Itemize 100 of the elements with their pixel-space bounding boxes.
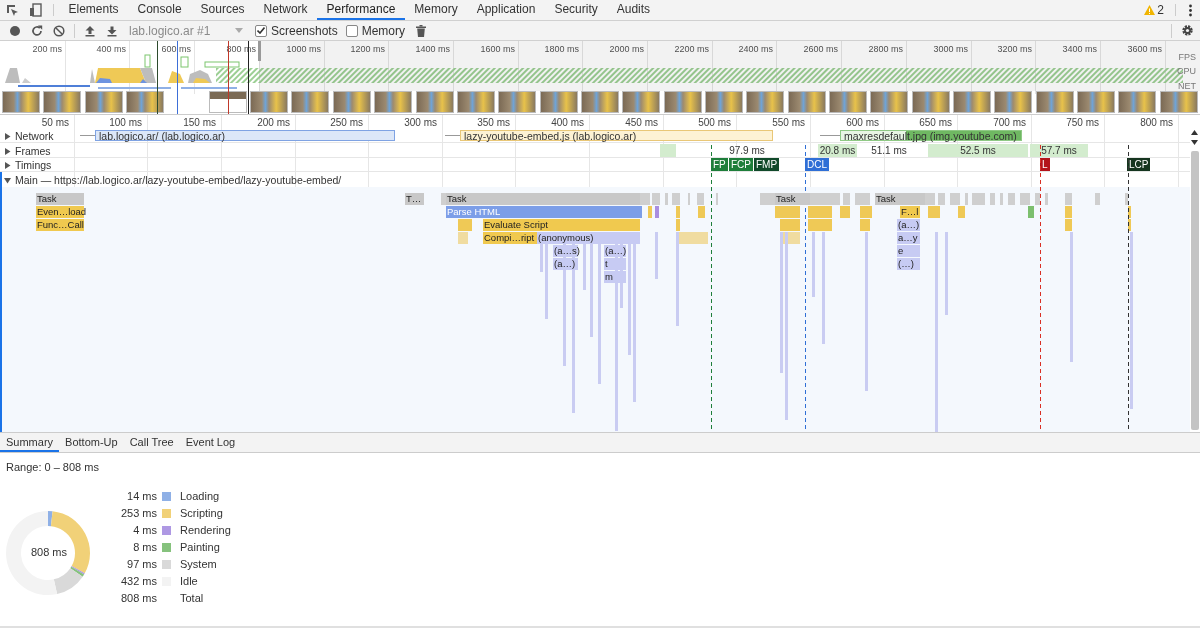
flame-sliver <box>855 193 870 205</box>
flame-event[interactable]: T… <box>405 193 424 205</box>
flame-event[interactable]: Task <box>775 193 810 205</box>
scroll-up-icon[interactable] <box>1191 130 1198 135</box>
flame-event[interactable]: e <box>897 245 920 257</box>
network-request-bar[interactable]: lazy-youtube-embed.js (lab.logico.ar) <box>460 130 773 141</box>
flame-event[interactable]: Compi…ript <box>483 232 537 244</box>
legend-label: Total <box>180 592 205 604</box>
expand-arrow-icon[interactable] <box>4 132 11 140</box>
timing-marker[interactable]: L <box>1040 158 1050 171</box>
flame-event[interactable]: Task <box>875 193 925 205</box>
flame-sliver <box>925 193 935 205</box>
flame-event[interactable]: F…l <box>900 206 920 218</box>
flame-event[interactable]: (a…s) <box>553 245 578 257</box>
timing-marker[interactable]: FCP <box>729 158 753 171</box>
panel-tab[interactable]: Security <box>544 0 608 20</box>
flame-event[interactable]: (a…) <box>897 219 920 231</box>
frame-duration[interactable]: 52.5 ms <box>928 144 1028 157</box>
time-tick-label: 650 ms <box>918 117 952 128</box>
screenshot-thumbnail <box>746 91 785 113</box>
record-icon[interactable] <box>9 24 21 37</box>
details-tab[interactable]: Summary <box>0 433 60 452</box>
screenshot-thumbnail <box>1159 91 1198 113</box>
time-tick-label: 750 ms <box>1065 117 1099 128</box>
timing-marker[interactable]: LCP <box>1127 158 1151 171</box>
panel-tab[interactable]: Audits <box>607 0 660 20</box>
selection-handle[interactable] <box>258 41 261 61</box>
flame-event[interactable]: (…) <box>897 258 920 270</box>
screenshot-thumbnail <box>374 91 413 113</box>
details-tab[interactable]: Call Tree <box>123 433 180 452</box>
panel-tab[interactable]: Console <box>128 0 192 20</box>
track-header[interactable]: Network <box>4 129 54 143</box>
flame-event[interactable]: (a…) <box>553 258 578 270</box>
checkbox[interactable] <box>345 24 358 37</box>
flame-event[interactable]: a…y <box>897 232 920 244</box>
timing-marker[interactable]: DCL <box>805 158 829 171</box>
checkbox[interactable] <box>255 24 267 37</box>
legend-label: Rendering <box>180 524 231 536</box>
screenshot-thumbnail <box>1035 91 1074 113</box>
details-tab[interactable]: Bottom-Up <box>59 433 124 452</box>
time-tick-label: 550 ms <box>771 117 805 128</box>
flame-event[interactable]: Task <box>36 193 84 205</box>
time-tick-label: 2000 ms <box>608 44 644 54</box>
flame-event[interactable]: m <box>604 271 626 283</box>
network-request-bar[interactable]: lab.logico.ar/ (lab.logico.ar) <box>95 130 395 141</box>
panel-tab[interactable]: Network <box>254 0 318 20</box>
flame-event[interactable]: (anonymous) <box>537 232 640 244</box>
expand-arrow-icon[interactable] <box>4 147 11 155</box>
frame-duration[interactable]: 51.1 ms <box>860 144 918 157</box>
more-options-icon[interactable] <box>1189 3 1192 17</box>
flame-event[interactable]: Evaluate Script <box>483 219 640 231</box>
device-toolbar-icon[interactable] <box>29 3 43 17</box>
screenshot-thumbnail <box>208 91 247 113</box>
legend-value: 14 ms <box>126 490 158 502</box>
legend-label: Scripting <box>180 507 224 519</box>
flame-sliver <box>950 193 960 205</box>
timing-marker[interactable]: FP <box>711 158 728 171</box>
expand-arrow-icon[interactable] <box>4 161 11 169</box>
details-tab[interactable]: Event Log <box>179 433 242 452</box>
time-tick-label: 150 ms <box>182 117 216 128</box>
warnings-button[interactable]: 2 <box>1138 0 1170 20</box>
frame-duration[interactable]: 97.9 ms <box>712 144 782 157</box>
track-header[interactable]: Timings <box>4 158 52 172</box>
download-icon[interactable] <box>106 24 118 37</box>
timing-marker[interactable]: FMP <box>754 158 780 171</box>
range-label: Range: 0 – 808 ms <box>6 461 99 473</box>
settings-icon[interactable] <box>1181 24 1194 37</box>
track-header[interactable]: Main — https://lab.logico.ar/lazy-youtube-embed/lazy-youtube-embed/ <box>4 173 342 187</box>
frame-duration[interactable]: 20.8 ms <box>818 144 857 157</box>
trash-icon[interactable] <box>416 24 427 37</box>
call-stack-column <box>655 232 658 279</box>
flame-event[interactable]: Task <box>446 193 640 205</box>
clear-icon[interactable] <box>53 24 65 37</box>
frame-duration[interactable]: 57.7 ms <box>1030 144 1088 157</box>
upload-icon[interactable] <box>84 24 96 37</box>
panel-tab[interactable]: Memory <box>404 0 468 20</box>
flame-event[interactable]: (a…) <box>604 245 626 257</box>
screenshot-thumbnail <box>498 91 537 113</box>
scroll-down-icon[interactable] <box>1191 140 1198 145</box>
track-header[interactable]: Frames <box>4 144 51 158</box>
inspect-icon[interactable] <box>5 3 19 17</box>
collapse-arrow-icon[interactable] <box>4 176 11 184</box>
screenshot-thumbnail <box>870 91 909 113</box>
flame-event[interactable]: Func…Call <box>36 219 84 231</box>
legend-label: System <box>180 558 218 570</box>
legend-value: 253 ms <box>119 507 158 519</box>
panel-tab[interactable]: Application <box>467 0 545 20</box>
screenshot-thumbnail <box>291 91 330 113</box>
time-tick-label: 700 ms <box>992 117 1026 128</box>
screenshot-thumbnail <box>43 91 82 113</box>
scrollbar-thumb[interactable] <box>1191 151 1199 430</box>
time-tick-label: 600 ms <box>845 117 879 128</box>
screenshot-thumbnail <box>539 91 578 113</box>
flame-event[interactable]: t <box>604 258 626 270</box>
warning-icon <box>1144 5 1156 15</box>
panel-tab[interactable]: Elements <box>59 0 129 20</box>
legend-value: 8 ms <box>132 541 158 553</box>
panel-tab[interactable]: Sources <box>191 0 255 20</box>
time-tick-label: 1600 ms <box>479 44 515 54</box>
reload-icon[interactable] <box>31 24 43 37</box>
